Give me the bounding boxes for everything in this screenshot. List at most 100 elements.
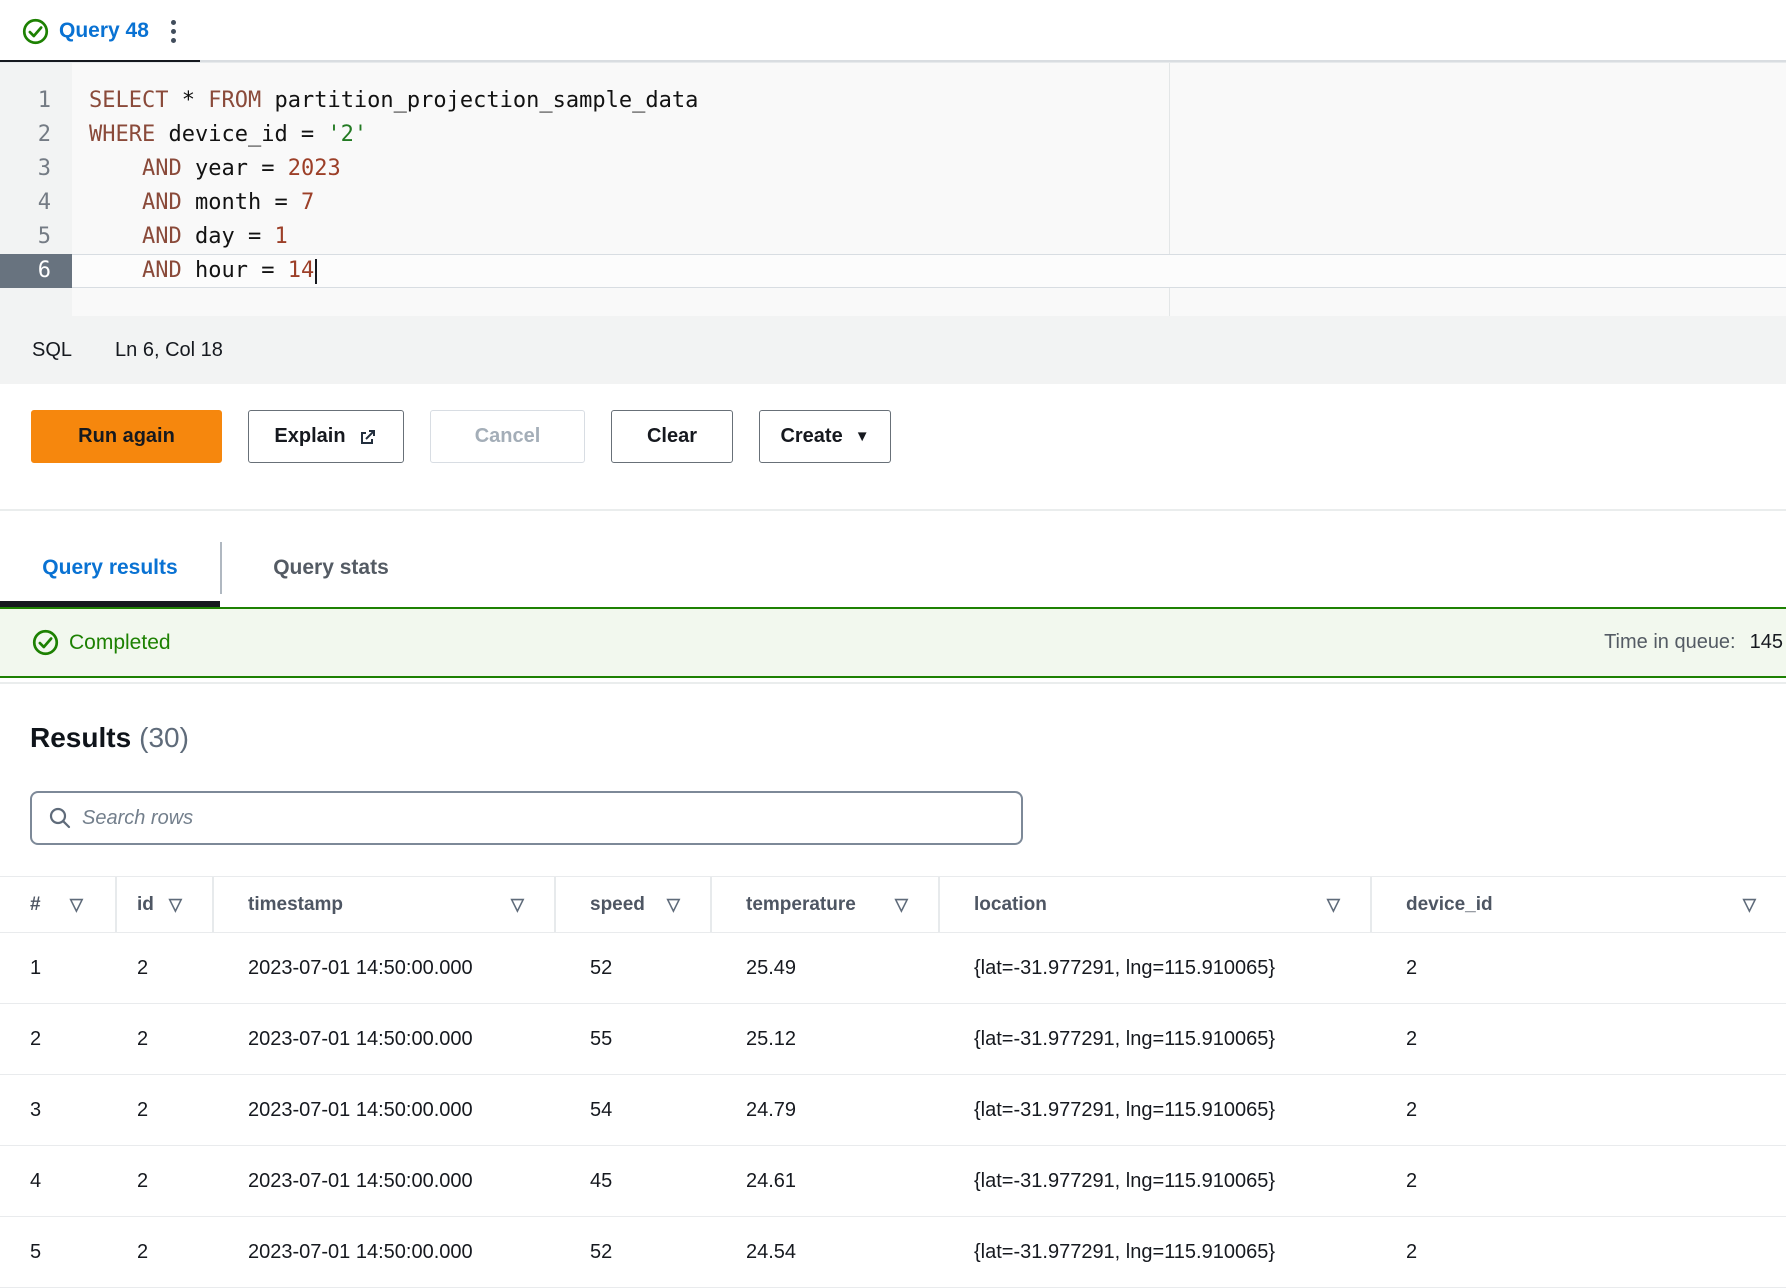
code-token: hour = — [182, 258, 288, 283]
code-line[interactable]: WHERE device_id = '2' — [72, 118, 1786, 152]
table-cell: {lat=-31.977291, lng=115.910065} — [940, 1146, 1372, 1216]
caret-down-icon: ▼ — [855, 429, 870, 444]
code-token: year = — [182, 156, 288, 181]
query-actions: Run again Explain Cancel Clear Create ▼ — [31, 410, 891, 463]
table-cell: 2 — [1372, 933, 1786, 1003]
status-text: Completed — [69, 631, 171, 655]
code-token: WHERE — [89, 122, 155, 147]
code-token: '2' — [327, 122, 367, 147]
external-link-icon — [358, 427, 378, 447]
table-cell: 2023-07-01 14:50:00.000 — [214, 933, 556, 1003]
table-cell: 25.49 — [712, 933, 940, 1003]
editor-status-bar: SQL Ln 6, Col 18 — [0, 316, 1786, 384]
code-token: FROM — [208, 88, 261, 113]
run-again-button[interactable]: Run again — [31, 410, 222, 463]
code-token: 7 — [301, 190, 314, 215]
search-rows-input[interactable] — [82, 807, 1021, 830]
results-tab-bar: Query results Query stats — [0, 528, 1786, 607]
table-row[interactable]: 322023-07-01 14:50:00.0005424.79{lat=-31… — [0, 1075, 1786, 1146]
search-icon — [48, 806, 72, 830]
code-token: device_id = — [155, 122, 327, 147]
code-token: SELECT — [89, 88, 168, 113]
column-header-label: # — [30, 894, 41, 916]
table-cell: 2 — [1372, 1217, 1786, 1287]
code-token: 1 — [274, 224, 287, 249]
query-tab-menu-icon[interactable] — [167, 16, 180, 47]
sql-editor[interactable]: 123456 SELECT * FROM partition_projectio… — [0, 62, 1786, 316]
tab-query-48[interactable]: Query 48 — [0, 0, 200, 62]
run-again-label: Run again — [78, 425, 175, 448]
column-header-device_id: device_id▽ — [1372, 877, 1786, 932]
query-stats-tab-label: Query stats — [273, 556, 389, 580]
explain-button[interactable]: Explain — [248, 410, 404, 463]
table-cell: {lat=-31.977291, lng=115.910065} — [940, 1075, 1372, 1145]
column-header-speed: speed▽ — [556, 877, 712, 932]
query-tab-label: Query 48 — [59, 19, 149, 43]
queue-time-label: Time in queue: — [1604, 631, 1736, 654]
column-filter-icon[interactable]: ▽ — [667, 895, 680, 915]
status-badge: Completed — [32, 629, 171, 656]
code-token: day = — [182, 224, 275, 249]
table-row[interactable]: 522023-07-01 14:50:00.0005224.54{lat=-31… — [0, 1217, 1786, 1288]
table-cell: 52 — [556, 933, 712, 1003]
table-cell: 24.79 — [712, 1075, 940, 1145]
line-number: 3 — [0, 152, 72, 186]
line-number: 5 — [0, 220, 72, 254]
column-header-temperature: temperature▽ — [712, 877, 940, 932]
table-cell: 25.12 — [712, 1004, 940, 1074]
queue-time-value: 145 — [1750, 631, 1783, 654]
search-rows-box[interactable] — [30, 791, 1023, 845]
table-cell: 2023-07-01 14:50:00.000 — [214, 1004, 556, 1074]
table-cell: 5 — [0, 1217, 117, 1287]
code-line[interactable]: AND hour = 14 — [72, 254, 1786, 288]
table-cell: 2023-07-01 14:50:00.000 — [214, 1217, 556, 1287]
clear-button[interactable]: Clear — [611, 410, 733, 463]
line-number: 2 — [0, 118, 72, 152]
create-dropdown-button[interactable]: Create ▼ — [759, 410, 891, 463]
code-line[interactable]: AND day = 1 — [72, 220, 1786, 254]
tab-query-results[interactable]: Query results — [0, 528, 220, 607]
column-filter-icon[interactable]: ▽ — [70, 895, 83, 915]
column-filter-icon[interactable]: ▽ — [169, 895, 182, 915]
cursor-position-label: Ln 6, Col 18 — [115, 339, 223, 362]
column-header-label: id — [137, 894, 154, 916]
line-number: 4 — [0, 186, 72, 220]
cancel-button[interactable]: Cancel — [430, 410, 585, 463]
code-token: AND — [142, 224, 182, 249]
column-header-id: id ▽ — [117, 877, 214, 932]
code-line[interactable]: AND year = 2023 — [72, 152, 1786, 186]
editor-code-area[interactable]: SELECT * FROM partition_projection_sampl… — [72, 63, 1786, 316]
table-row[interactable]: 422023-07-01 14:50:00.0004524.61{lat=-31… — [0, 1146, 1786, 1217]
explain-label: Explain — [274, 425, 345, 448]
code-line[interactable]: AND month = 7 — [72, 186, 1786, 220]
code-token — [89, 156, 142, 181]
editor-gutter: 123456 — [0, 63, 72, 316]
column-filter-icon[interactable]: ▽ — [511, 895, 524, 915]
column-header-label: timestamp — [248, 894, 343, 916]
clear-label: Clear — [647, 425, 697, 448]
tab-query-stats[interactable]: Query stats — [222, 528, 440, 607]
column-header-location: location▽ — [940, 877, 1372, 932]
code-token: partition_projection_sample_data — [261, 88, 698, 113]
column-header-timestamp: timestamp ▽ — [214, 877, 556, 932]
table-cell: 2023-07-01 14:50:00.000 — [214, 1146, 556, 1216]
table-cell: 2 — [1372, 1075, 1786, 1145]
table-cell: 1 — [0, 933, 117, 1003]
table-row[interactable]: 122023-07-01 14:50:00.0005225.49{lat=-31… — [0, 933, 1786, 1004]
code-line[interactable]: SELECT * FROM partition_projection_sampl… — [72, 84, 1786, 118]
query-results-tab-label: Query results — [42, 556, 177, 580]
table-row[interactable]: 222023-07-01 14:50:00.0005525.12{lat=-31… — [0, 1004, 1786, 1075]
line-number: 6 — [0, 254, 72, 288]
results-heading: Results(30) — [30, 722, 189, 754]
code-token: AND — [142, 258, 182, 283]
table-cell: 2 — [1372, 1146, 1786, 1216]
column-filter-icon[interactable]: ▽ — [895, 895, 908, 915]
cancel-label: Cancel — [475, 425, 541, 448]
column-filter-icon[interactable]: ▽ — [1327, 895, 1340, 915]
success-check-icon — [22, 18, 49, 45]
queue-time: Time in queue: 145 — [1604, 609, 1783, 676]
results-count: (30) — [139, 722, 189, 753]
column-filter-icon[interactable]: ▽ — [1743, 895, 1756, 915]
column-header-row-number: #▽ — [0, 877, 117, 932]
editor-language-label: SQL — [32, 339, 72, 362]
